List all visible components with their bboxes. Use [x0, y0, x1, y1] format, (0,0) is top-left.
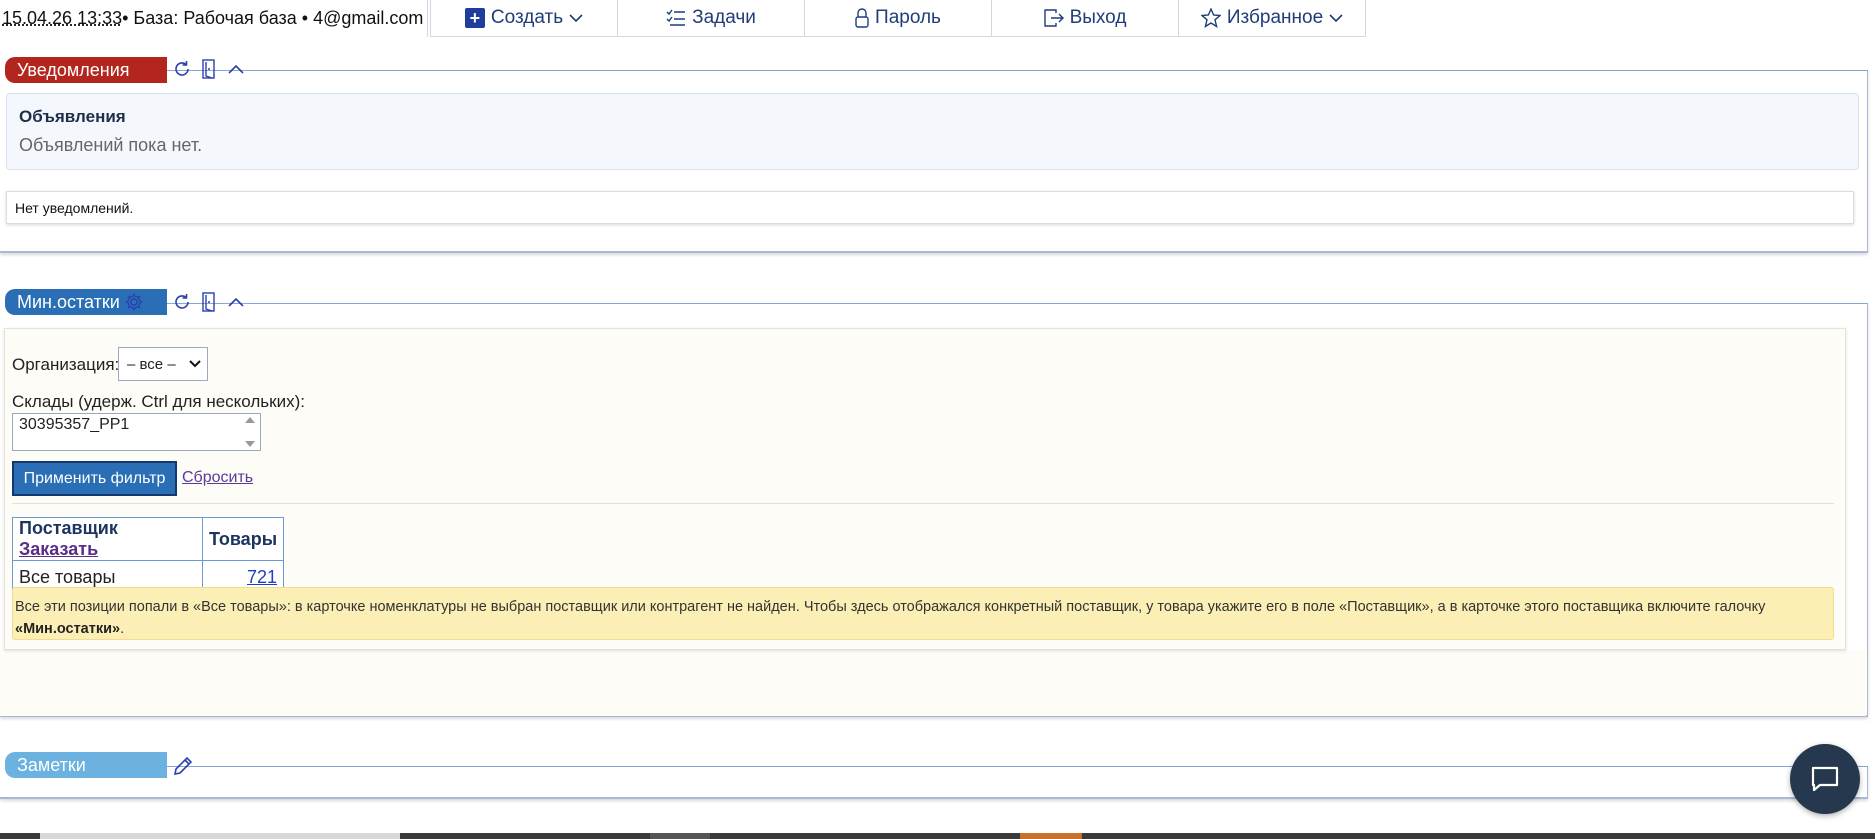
organization-select[interactable]: – все –	[118, 347, 208, 381]
notes-panel-icons	[173, 756, 193, 776]
warning-bold: «Мин.остатки»	[15, 621, 121, 637]
warning-end: .	[120, 621, 125, 637]
notes-panel	[0, 766, 1868, 799]
min-stock-background	[0, 650, 1866, 716]
goods-column-header: Товары	[201, 517, 285, 561]
chevron-up-icon[interactable]	[227, 296, 245, 308]
arrow-down-icon[interactable]	[244, 440, 256, 448]
password-label: Пароль	[875, 7, 941, 28]
pencil-icon[interactable]	[173, 756, 193, 776]
bottom-strip	[0, 833, 1875, 839]
top-bar: 15.04.26 13:33 • База: Рабочая база • 4@…	[0, 0, 1366, 37]
organization-label: Организация:	[12, 355, 120, 374]
supplier-header-label: Поставщик	[19, 518, 118, 538]
chevron-up-icon[interactable]	[227, 63, 245, 75]
warning-message: Все эти позиции попали в «Все товары»: в…	[12, 587, 1834, 640]
panel-divider	[165, 70, 1868, 71]
star-icon	[1200, 8, 1221, 28]
chat-button[interactable]	[1790, 744, 1860, 814]
filter-divider	[12, 503, 1834, 504]
timestamp: 15.04.26 13:33	[2, 8, 123, 28]
logout-link[interactable]: Выход	[992, 0, 1179, 37]
lock-icon	[855, 8, 869, 28]
chevron-down-icon	[1329, 14, 1343, 23]
password-link[interactable]: Пароль	[805, 0, 992, 37]
notifications-panel-icons	[173, 59, 245, 79]
notifications-tab[interactable]: Уведомления	[5, 57, 167, 83]
warehouses-label: Склады (удерж. Ctrl для нескольких):	[12, 392, 305, 411]
min-stock-tab-label: Мин.остатки	[17, 291, 120, 312]
warehouses-list[interactable]: 30395357_РР1	[12, 413, 261, 451]
list-scrollbar[interactable]	[244, 416, 256, 448]
arrow-up-icon[interactable]	[244, 416, 256, 424]
logout-icon	[1043, 9, 1064, 27]
no-notifications: Нет уведомлений.	[6, 191, 1854, 224]
min-stock-panel-icons	[173, 292, 245, 312]
strip-segment	[650, 833, 710, 839]
main-nav: + Создать Задачи Пароль Выход Избранное	[430, 0, 1366, 37]
chat-icon	[1811, 766, 1839, 792]
table-header-row: Поставщик Заказать Товары	[12, 517, 285, 561]
suppliers-table: Поставщик Заказать Товары Все товары 721	[12, 517, 285, 594]
reset-link[interactable]: Сбросить	[182, 469, 253, 487]
min-stock-tab[interactable]: Мин.остатки	[5, 289, 167, 315]
door-icon[interactable]	[201, 59, 217, 79]
favorites-label: Избранное	[1226, 7, 1324, 28]
notes-tab[interactable]: Заметки	[5, 752, 167, 778]
chevron-down-icon	[569, 14, 583, 23]
panel-divider	[165, 766, 1868, 767]
warehouse-option[interactable]: 30395357_РР1	[19, 416, 129, 433]
announcements-text: Объявлений пока нет.	[19, 135, 203, 155]
favorites-menu[interactable]: Избранное	[1179, 0, 1366, 37]
supplier-column-header: Поставщик Заказать	[12, 517, 203, 561]
base-info: • База: Рабочая база • 4@gmail.com	[122, 8, 424, 28]
create-label: Создать	[490, 7, 564, 28]
create-menu[interactable]: + Создать	[431, 0, 618, 37]
goods-count-link[interactable]: 721	[247, 567, 277, 587]
door-icon[interactable]	[201, 292, 217, 312]
announcements-box: Объявления Объявлений пока нет.	[6, 93, 1859, 170]
session-info: 15.04.26 13:33 • База: Рабочая база • 4@…	[0, 0, 428, 37]
strip-segment	[40, 833, 400, 839]
warning-text: Все эти позиции попали в «Все товары»: в…	[15, 599, 1766, 615]
logout-label: Выход	[1069, 7, 1127, 28]
refresh-icon[interactable]	[173, 60, 191, 78]
organization-value: – все –	[127, 355, 176, 373]
chevron-down-icon	[189, 360, 201, 368]
apply-filter-button[interactable]: Применить фильтр	[12, 461, 177, 496]
tasks-icon	[666, 9, 686, 26]
gear-icon[interactable]	[124, 292, 144, 312]
refresh-icon[interactable]	[173, 293, 191, 311]
tasks-label: Задачи	[692, 7, 756, 28]
tasks-link[interactable]: Задачи	[618, 0, 805, 37]
announcements-title: Объявления	[19, 107, 126, 126]
plus-icon: +	[464, 8, 485, 28]
strip-segment	[1020, 833, 1082, 839]
order-link[interactable]: Заказать	[19, 539, 98, 559]
panel-divider	[165, 303, 1868, 304]
